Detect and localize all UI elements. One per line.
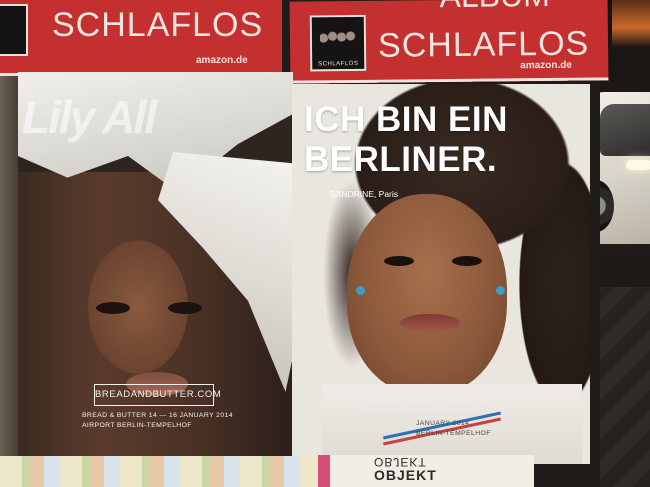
brand-url-box: BREADANDBUTTER.COM bbox=[94, 384, 221, 406]
store-logo: amazon.de bbox=[520, 59, 573, 72]
album-banner-right: ALBUM SCHLAFLOS SCHLAFLOS amazon.de bbox=[289, 0, 609, 84]
model-caption: SANDRINE, Paris bbox=[330, 189, 399, 199]
pink-poster-edge bbox=[318, 455, 330, 487]
car-window bbox=[600, 104, 650, 156]
poster-text: OBJEKT bbox=[374, 467, 437, 483]
eye bbox=[168, 302, 202, 314]
event-date: BREAD & BUTTER 14 — 16 JANUARY 2014 bbox=[82, 412, 233, 419]
eye bbox=[96, 302, 130, 314]
sticker-strip bbox=[0, 456, 320, 487]
event-date: JANUARY 2014 bbox=[416, 420, 470, 427]
event-venue: BERLIN-TEMPELHOF bbox=[416, 430, 491, 437]
banner-top-text: ALBUM bbox=[439, 0, 550, 15]
woman-portrait bbox=[347, 194, 507, 394]
album-banner-left: SCHLAFLOS amazon.de bbox=[0, 0, 282, 76]
car-headlight bbox=[626, 160, 650, 170]
album-cover-thumbnail bbox=[0, 4, 28, 56]
lips bbox=[400, 314, 460, 332]
store-logo: amazon.de bbox=[196, 55, 248, 66]
street-poster-photo: SCHLAFLOS amazon.de ALBUM SCHLAFLOS SCHL… bbox=[0, 0, 650, 487]
event-venue: AIRPORT BERLIN-TEMPELHOF bbox=[82, 422, 192, 429]
earring bbox=[356, 286, 365, 295]
banner-title: SCHLAFLOS bbox=[52, 6, 264, 44]
headline-line-2: BERLINER. bbox=[304, 140, 498, 179]
torn-fashion-poster: Lily All BREADANDBUTTER.COM BREAD & BUTT… bbox=[18, 72, 293, 464]
band-silhouettes bbox=[319, 26, 357, 46]
brand-url-box: BREADANDBUTTER.COM bbox=[362, 390, 489, 412]
eye bbox=[384, 256, 414, 266]
album-cover-label: SCHLAFLOS bbox=[318, 60, 359, 68]
eye bbox=[452, 256, 482, 266]
faded-poster-text: Lily All bbox=[22, 91, 157, 143]
lit-storefront bbox=[612, 0, 650, 46]
objekt-poster: OBJEKT OBJEKT bbox=[318, 455, 534, 487]
headline-line-1: ICH BIN EIN bbox=[304, 100, 508, 139]
earring bbox=[496, 286, 505, 295]
album-cover-thumbnail: SCHLAFLOS bbox=[309, 14, 367, 72]
berliner-fashion-poster: ICH BIN EIN BERLINER. SANDRINE, Paris BR… bbox=[292, 84, 590, 464]
